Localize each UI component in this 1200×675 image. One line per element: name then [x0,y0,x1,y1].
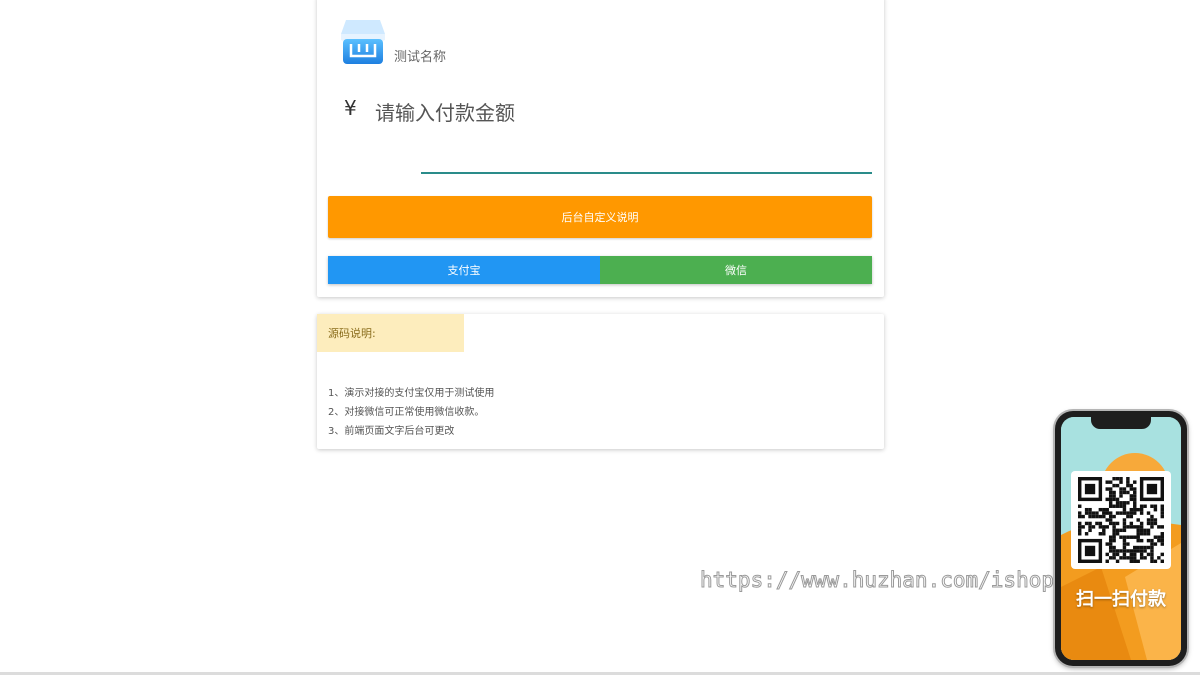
alipay-button[interactable]: 支付宝 [328,256,600,284]
notes-card: 源码说明: 1、演示对接的支付宝仅用于测试使用 2、对接微信可正常使用微信收款。… [317,314,884,449]
phone-promo: 扫一扫付款 [1055,411,1187,666]
amount-input[interactable] [421,146,872,174]
payment-card: 测试名称 ¥ 请输入付款金额 后台自定义说明 支付宝 微信 [317,0,884,297]
phone-notch [1091,417,1151,429]
qr-code-icon [1078,477,1164,563]
notes-title: 源码说明: [317,314,464,352]
list-item: 3、前端页面文字后台可更改 [328,426,455,437]
phone-screen: 扫一扫付款 [1061,417,1181,660]
shop-icon [341,20,385,64]
payment-method-row: 支付宝 微信 [328,256,872,284]
list-item: 1、演示对接的支付宝仅用于测试使用 [328,388,495,399]
custom-description-button[interactable]: 后台自定义说明 [328,196,872,238]
amount-prompt: 请输入付款金额 [375,101,515,125]
qr-code[interactable] [1071,471,1171,569]
scan-to-pay-label: 扫一扫付款 [1076,589,1166,610]
list-item: 2、对接微信可正常使用微信收款。 [328,407,485,418]
currency-symbol: ¥ [344,96,357,120]
notes-list: 1、演示对接的支付宝仅用于测试使用 2、对接微信可正常使用微信收款。 3、前端页… [328,384,494,441]
shop-name: 测试名称 [394,50,447,65]
wechat-button[interactable]: 微信 [600,256,872,284]
